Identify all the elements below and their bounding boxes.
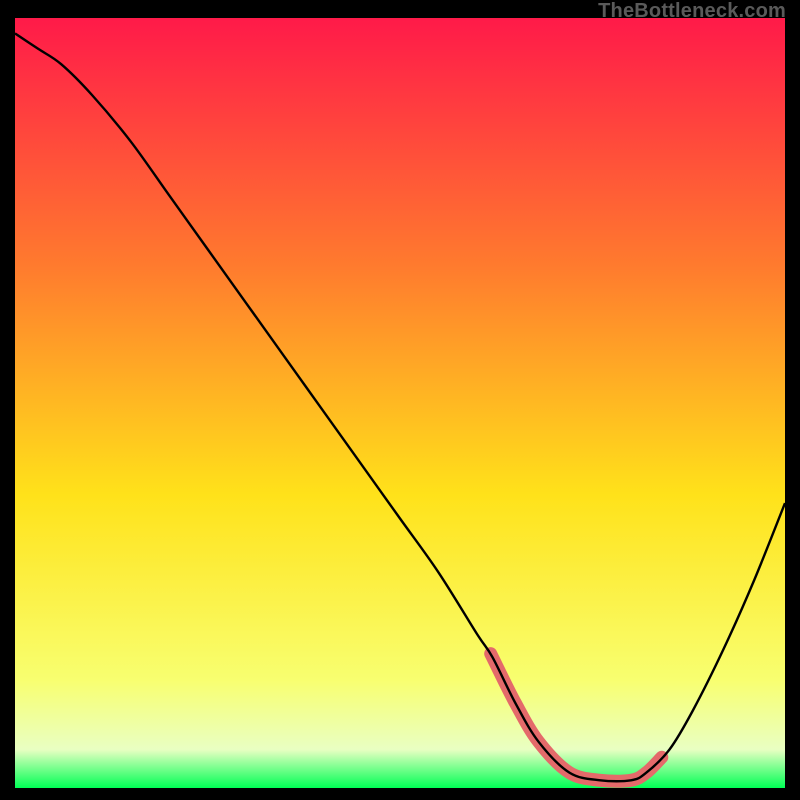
- gradient-background: [15, 18, 785, 788]
- chart-container: { "watermark": "TheBottleneck.com", "col…: [0, 0, 800, 800]
- watermark-text: TheBottleneck.com: [598, 0, 786, 23]
- bottleneck-plot: [15, 18, 785, 788]
